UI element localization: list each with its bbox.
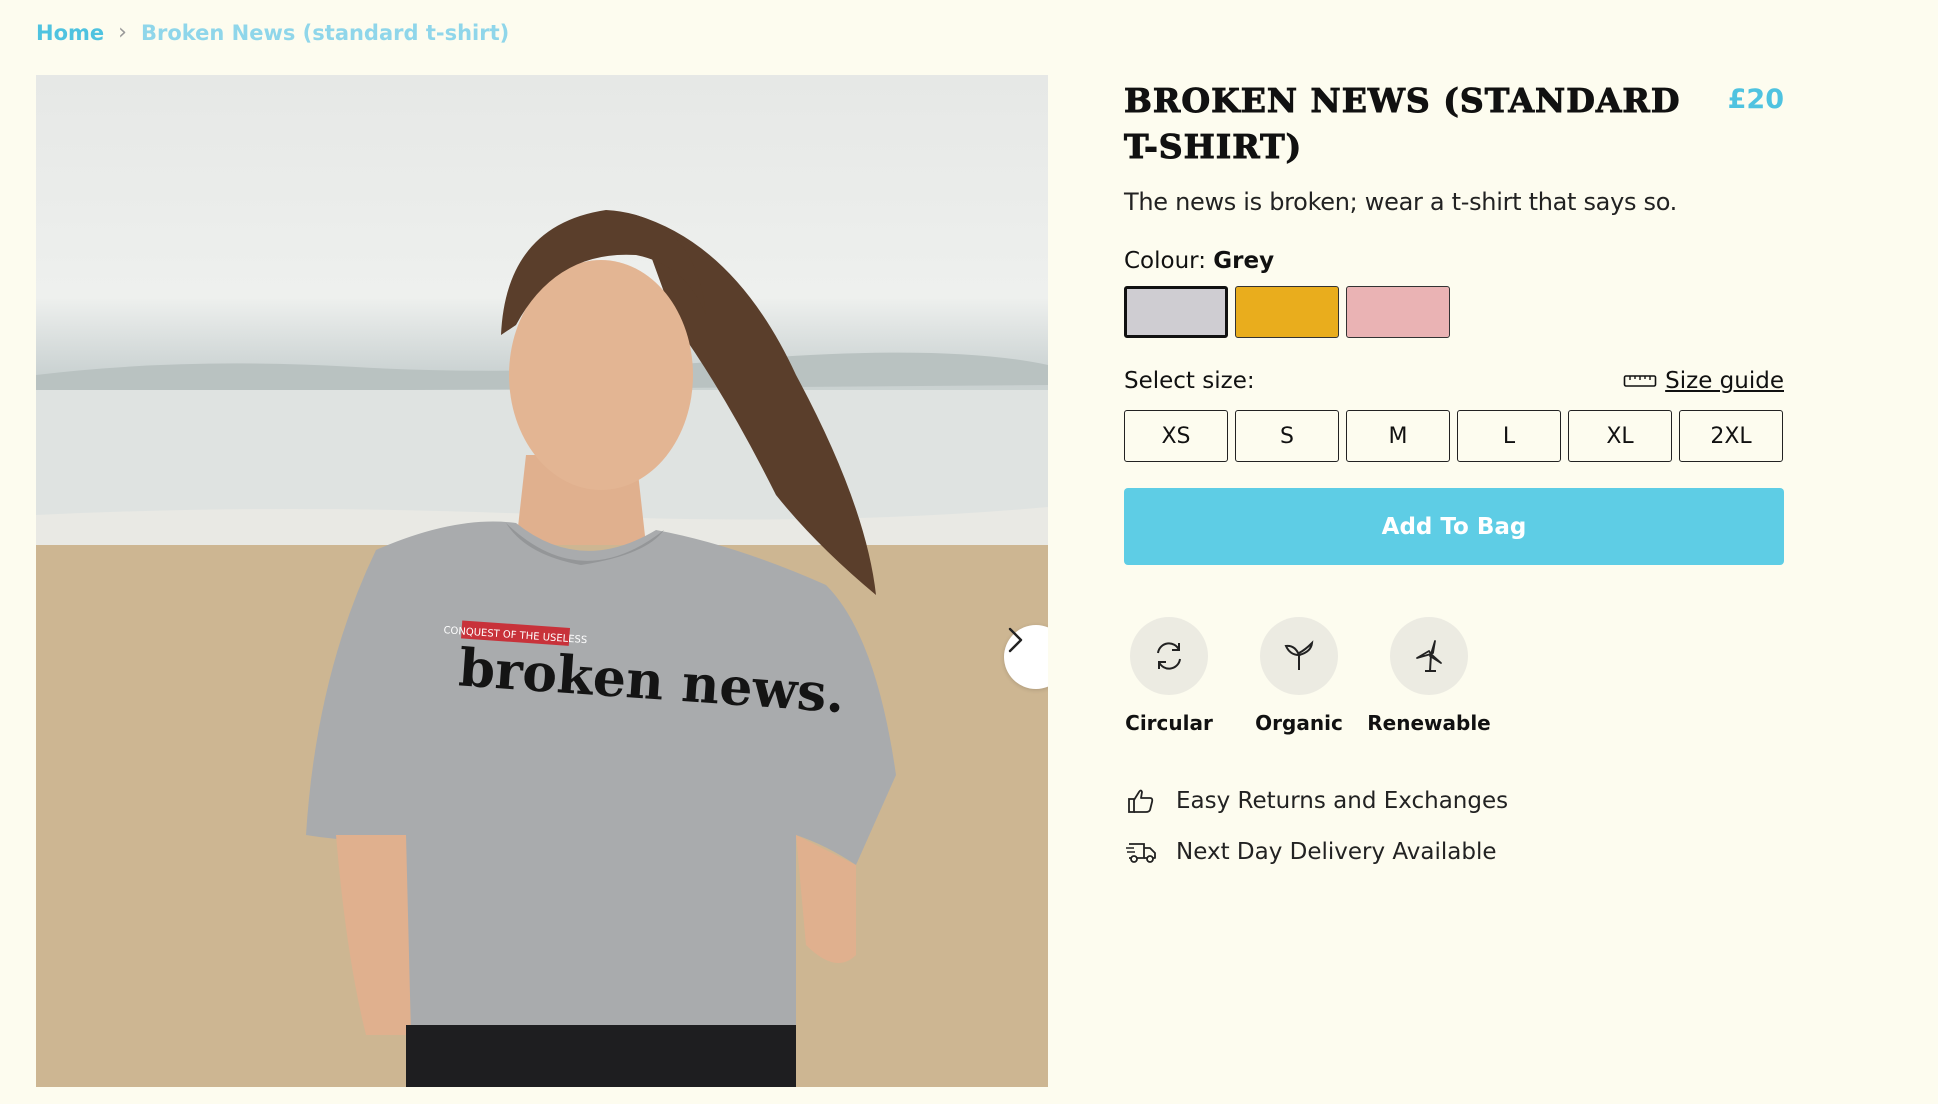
product-info-panel: Broken News (standard t-shirt) £20 The n… bbox=[1124, 78, 1784, 877]
colour-swatch-grey[interactable] bbox=[1124, 286, 1228, 338]
breadcrumb-home-link[interactable]: Home bbox=[36, 21, 104, 45]
size-option-2xl[interactable]: 2XL bbox=[1679, 410, 1783, 462]
thumbs-up-icon bbox=[1124, 788, 1158, 814]
feature-label: Renewable bbox=[1367, 711, 1491, 735]
feature-label: Circular bbox=[1125, 711, 1213, 735]
perk-returns: Easy Returns and Exchanges bbox=[1124, 775, 1784, 826]
selected-colour: Grey bbox=[1213, 248, 1275, 274]
chevron-right-icon: › bbox=[118, 20, 127, 45]
perk-delivery: Next Day Delivery Available bbox=[1124, 826, 1784, 877]
size-guide-link[interactable]: Size guide bbox=[1623, 368, 1784, 394]
delivery-truck-icon bbox=[1124, 839, 1158, 865]
ruler-icon bbox=[1623, 375, 1657, 387]
breadcrumb-current: Broken News (standard t-shirt) bbox=[140, 20, 510, 45]
feature-organic: Organic bbox=[1254, 617, 1344, 735]
size-option-xl[interactable]: XL bbox=[1568, 410, 1672, 462]
size-option-m[interactable]: M bbox=[1346, 410, 1450, 462]
feature-renewable: Renewable bbox=[1367, 617, 1491, 735]
perk-label: Next Day Delivery Available bbox=[1176, 838, 1497, 865]
colour-swatch-mustard[interactable] bbox=[1235, 286, 1339, 338]
size-option-l[interactable]: L bbox=[1457, 410, 1561, 462]
colour-label: Colour: Grey bbox=[1124, 248, 1784, 274]
sprout-icon bbox=[1260, 617, 1338, 695]
select-size-label: Select size: bbox=[1124, 368, 1255, 394]
add-to-bag-button[interactable]: Add To Bag bbox=[1124, 488, 1784, 565]
size-options: XS S M L XL 2XL bbox=[1124, 410, 1784, 462]
wind-turbine-icon bbox=[1390, 617, 1468, 695]
product-image-gallery[interactable]: CONQUEST OF THE USELESS broken news. bbox=[36, 75, 1048, 1087]
colour-label-text: Colour: bbox=[1124, 248, 1206, 274]
chevron-right-icon bbox=[1008, 627, 1023, 653]
recycle-icon bbox=[1130, 617, 1208, 695]
product-title: Broken News (standard t-shirt) bbox=[1124, 81, 1681, 167]
colour-swatch-pink[interactable] bbox=[1346, 286, 1450, 338]
perk-label: Easy Returns and Exchanges bbox=[1176, 787, 1509, 814]
product-price: £20 bbox=[1727, 84, 1784, 115]
sustainability-features: Circular Organic Renewable bbox=[1124, 617, 1784, 735]
size-guide-text: Size guide bbox=[1665, 368, 1784, 394]
breadcrumb: Home › Broken News (standard t-shirt) bbox=[36, 20, 509, 45]
size-option-xs[interactable]: XS bbox=[1124, 410, 1228, 462]
product-photo: CONQUEST OF THE USELESS broken news. bbox=[36, 210, 1048, 1087]
feature-label: Organic bbox=[1255, 711, 1343, 735]
product-description: The news is broken; wear a t-shirt that … bbox=[1124, 188, 1677, 216]
colour-swatches bbox=[1124, 286, 1784, 338]
size-option-s[interactable]: S bbox=[1235, 410, 1339, 462]
perks-list: Easy Returns and Exchanges Next Day Deli… bbox=[1124, 775, 1784, 877]
feature-circular: Circular bbox=[1124, 617, 1214, 735]
